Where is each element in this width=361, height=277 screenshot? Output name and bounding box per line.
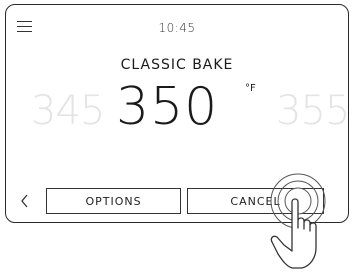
cooking-mode-title: CLASSIC BAKE [120,57,234,73]
cancel-button[interactable]: CANCEL [187,188,324,214]
temperature-next-option[interactable]: 355 [276,91,348,131]
temperature-selector[interactable]: 345 350 °F 355 [6,73,348,143]
options-button[interactable]: OPTIONS [46,188,181,214]
oven-touchscreen: 10:45 CLASSIC BAKE 345 350 °F 355 OPTION… [5,4,349,223]
oven-display-stage: 10:45 CLASSIC BAKE 345 350 °F 355 OPTION… [0,0,361,277]
chevron-left-icon [21,194,28,208]
clock-time: 10:45 [158,21,196,35]
back-chevron-icon[interactable] [20,194,29,211]
temperature-unit: °F [245,83,256,94]
temperature-previous-option[interactable]: 345 [31,91,105,131]
temperature-current-value: 350 [116,77,219,137]
